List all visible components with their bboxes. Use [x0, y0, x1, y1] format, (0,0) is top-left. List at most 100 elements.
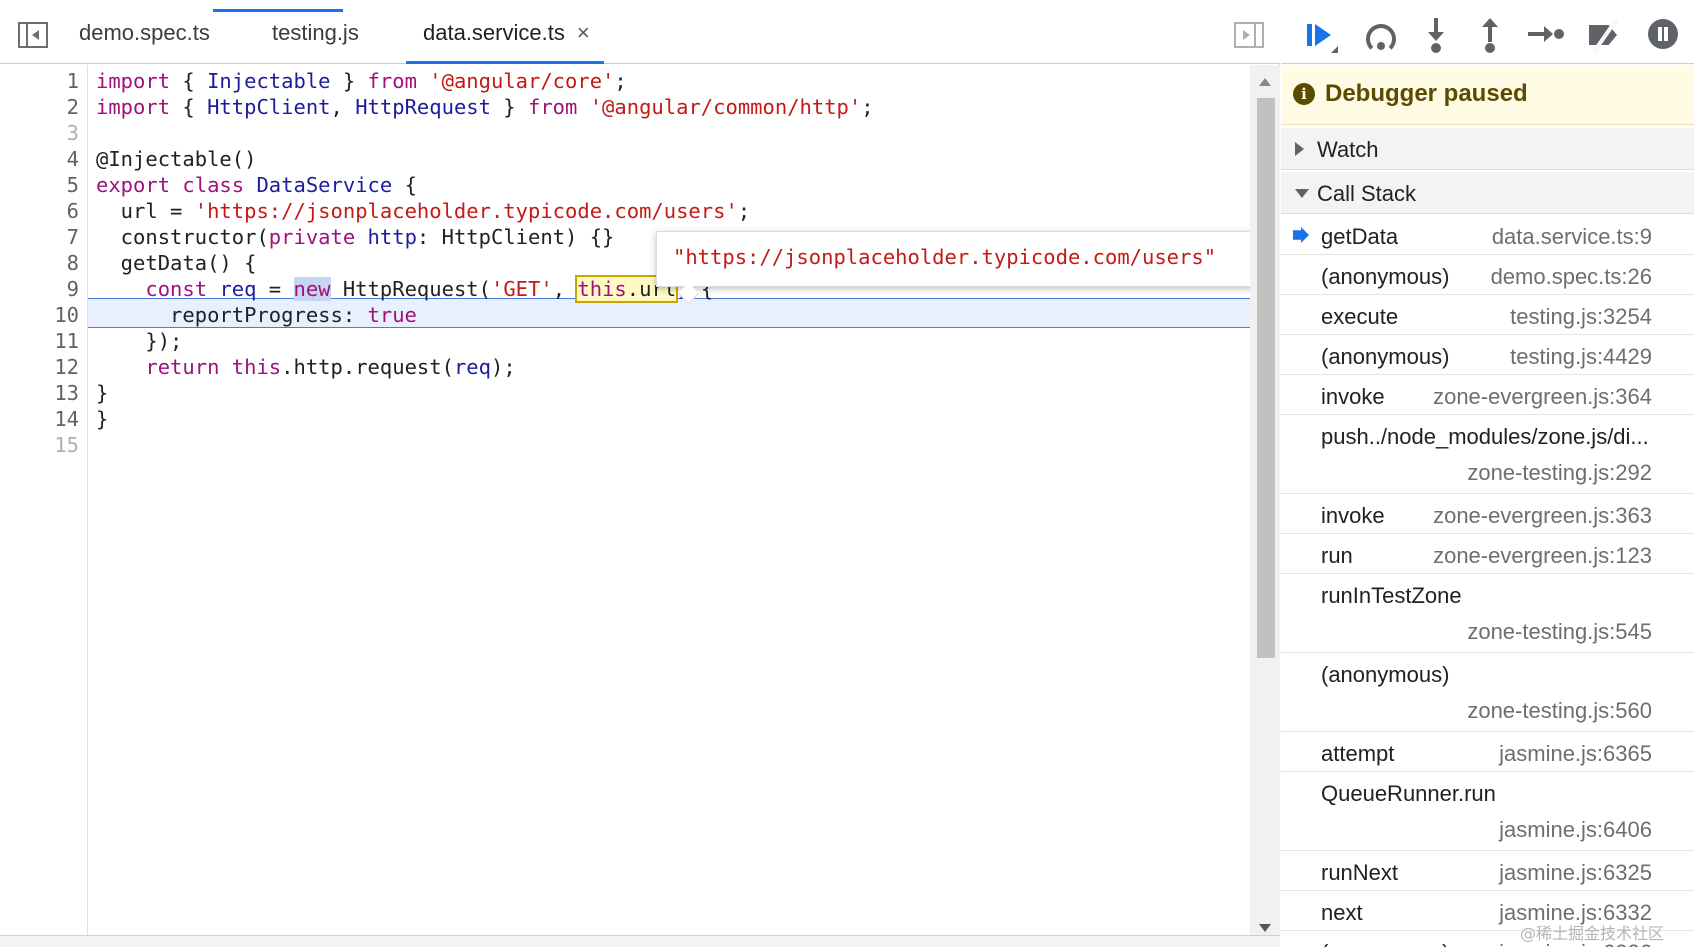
- line-number[interactable]: 12: [19, 353, 79, 381]
- scroll-up-icon[interactable]: [1259, 78, 1271, 86]
- frame-function-name: getData: [1321, 224, 1399, 249]
- frame-function-name: run: [1321, 543, 1353, 568]
- line-number[interactable]: 7: [19, 223, 79, 251]
- call-stack-frame[interactable]: invoke zone-evergreen.js:364: [1281, 375, 1694, 415]
- code-line-current: const req = new HttpRequest('GET', this.…: [145, 275, 713, 303]
- call-stack-frame[interactable]: (anonymous) zone-testing.js:560: [1281, 653, 1694, 732]
- tab-data-service[interactable]: data.service.ts ×: [423, 20, 590, 50]
- call-stack-section-header[interactable]: Call Stack: [1281, 172, 1694, 214]
- code-line: });: [96, 329, 183, 353]
- code-line: }: [96, 381, 109, 405]
- info-icon: i: [1293, 83, 1315, 105]
- line-number-gutter[interactable]: 1 2 3 4 5 6 7 8 9 10 11 12 13 14 15: [0, 65, 88, 935]
- scrollbar-thumb[interactable]: [1257, 98, 1275, 658]
- frame-function-name: next: [1321, 900, 1363, 925]
- frame-function-name: (anonymous): [1321, 940, 1449, 947]
- call-stack-frame[interactable]: attempt jasmine.js:6365: [1281, 732, 1694, 772]
- tab-label: testing.js: [272, 20, 359, 45]
- code-line: import { Injectable } from '@angular/cor…: [96, 69, 627, 93]
- frame-function-name: push../node_modules/zone.js/di...: [1321, 424, 1649, 449]
- editor-pane: demo.spec.ts testing.js data.service.ts ×…: [0, 0, 1280, 947]
- call-stack-frame[interactable]: runInTestZone zone-testing.js:545: [1281, 574, 1694, 653]
- tab-hover-indicator: [213, 9, 343, 12]
- line-number[interactable]: 3: [19, 119, 79, 147]
- frame-function-name: invoke: [1321, 384, 1385, 409]
- frame-location-link[interactable]: jasmine.js:6365: [1499, 741, 1652, 767]
- code-line: }: [96, 407, 109, 431]
- line-number[interactable]: 11: [19, 327, 79, 355]
- line-number[interactable]: 5: [19, 171, 79, 199]
- frame-location-link[interactable]: data.service.ts:9: [1492, 224, 1652, 250]
- line-number[interactable]: 15: [19, 431, 79, 459]
- step-out-icon[interactable]: [1472, 16, 1508, 53]
- paused-text: Debugger paused: [1325, 80, 1528, 107]
- line-number[interactable]: 10: [19, 301, 79, 329]
- tab-testing-js[interactable]: testing.js: [272, 20, 359, 50]
- debugger-paused-banner: i Debugger paused: [1281, 65, 1694, 125]
- frame-location-link[interactable]: zone-evergreen.js:363: [1433, 503, 1652, 529]
- tab-demo-spec[interactable]: demo.spec.ts: [79, 20, 210, 50]
- frame-function-name: attempt: [1321, 741, 1395, 766]
- tab-label: data.service.ts: [423, 20, 565, 45]
- frame-location-link[interactable]: jasmine.js:6325: [1499, 860, 1652, 886]
- code-editor[interactable]: 1 2 3 4 5 6 7 8 9 10 11 12 13 14 15 impo…: [0, 65, 1264, 935]
- collapse-arrow-icon: [1295, 189, 1309, 198]
- frame-location-link[interactable]: jasmine.js:6406: [1499, 817, 1652, 843]
- frame-location-link[interactable]: zone-testing.js:545: [1467, 619, 1652, 645]
- frame-location-link[interactable]: zone-evergreen.js:123: [1433, 543, 1652, 569]
- frame-function-name: runNext: [1321, 860, 1399, 885]
- toggle-debugger-icon[interactable]: [1234, 22, 1264, 48]
- line-number[interactable]: 9: [19, 275, 79, 303]
- call-stack-frame[interactable]: invoke zone-evergreen.js:363: [1281, 494, 1694, 534]
- call-stack-frame[interactable]: (anonymous) testing.js:4429: [1281, 335, 1694, 375]
- watch-section-header[interactable]: Watch: [1281, 128, 1694, 170]
- line-number[interactable]: 2: [19, 93, 79, 121]
- call-stack-frame[interactable]: run zone-evergreen.js:123: [1281, 534, 1694, 574]
- call-stack-frame[interactable]: (anonymous) demo.spec.ts:26: [1281, 255, 1694, 295]
- frame-location-link[interactable]: zone-testing.js:292: [1467, 460, 1652, 486]
- active-tab-indicator: [406, 61, 604, 64]
- frame-function-name: runInTestZone: [1321, 583, 1462, 608]
- call-stack-frame[interactable]: QueueRunner.run jasmine.js:6406: [1281, 772, 1694, 851]
- frame-location-link[interactable]: zone-testing.js:560: [1467, 698, 1652, 724]
- code-line: return this.http.request(req);: [145, 355, 516, 379]
- line-number[interactable]: 6: [19, 197, 79, 225]
- paused-expression: new: [293, 277, 331, 301]
- resume-icon[interactable]: [1303, 16, 1339, 53]
- call-stack-frame[interactable]: push../node_modules/zone.js/di... zone-te…: [1281, 415, 1694, 494]
- call-stack-label: Call Stack: [1317, 181, 1417, 206]
- line-number[interactable]: 4: [19, 145, 79, 173]
- frame-function-name: (anonymous): [1321, 662, 1450, 687]
- step-icon[interactable]: [1526, 16, 1564, 52]
- scroll-down-icon[interactable]: [1259, 924, 1271, 932]
- step-into-icon[interactable]: [1418, 16, 1454, 53]
- line-number[interactable]: 1: [19, 67, 79, 95]
- tab-label: demo.spec.ts: [79, 20, 210, 45]
- close-tab-icon[interactable]: ×: [577, 20, 590, 45]
- value-tooltip: "https://jsonplaceholder.typicode.com/us…: [656, 231, 1264, 287]
- step-over-icon[interactable]: [1362, 16, 1398, 54]
- call-stack-frame[interactable]: getData data.service.ts:9: [1281, 215, 1694, 255]
- debugger-sidebar: i Debugger paused Watch Call Stack getDa…: [1281, 0, 1694, 947]
- call-stack-frame[interactable]: runNext jasmine.js:6325: [1281, 851, 1694, 891]
- code-line: getData() {: [96, 251, 257, 275]
- frame-location-link[interactable]: demo.spec.ts:26: [1491, 264, 1652, 290]
- frame-location-link[interactable]: zone-evergreen.js:364: [1433, 384, 1652, 410]
- call-stack-list: getData data.service.ts:9 (anonymous) demo.…: [1281, 215, 1694, 947]
- line-number[interactable]: 13: [19, 379, 79, 407]
- call-stack-frame[interactable]: execute testing.js:3254: [1281, 295, 1694, 335]
- frame-location-link[interactable]: testing.js:3254: [1510, 304, 1652, 330]
- watch-label: Watch: [1317, 137, 1379, 162]
- deactivate-breakpoints-icon[interactable]: [1587, 16, 1623, 52]
- frame-location-link[interactable]: testing.js:4429: [1510, 344, 1652, 370]
- line-number[interactable]: 14: [19, 405, 79, 433]
- frame-function-name: execute: [1321, 304, 1399, 329]
- frame-function-name: invoke: [1321, 503, 1385, 528]
- code-line: reportProgress: true: [96, 303, 417, 327]
- frame-function-name: QueueRunner.run: [1321, 781, 1496, 806]
- editor-tab-bar: demo.spec.ts testing.js data.service.ts ×: [0, 0, 1280, 64]
- frame-function-name: (anonymous): [1321, 344, 1450, 369]
- toggle-navigator-icon[interactable]: [18, 22, 48, 48]
- line-number[interactable]: 8: [19, 249, 79, 277]
- pause-on-exceptions-icon[interactable]: [1645, 16, 1681, 52]
